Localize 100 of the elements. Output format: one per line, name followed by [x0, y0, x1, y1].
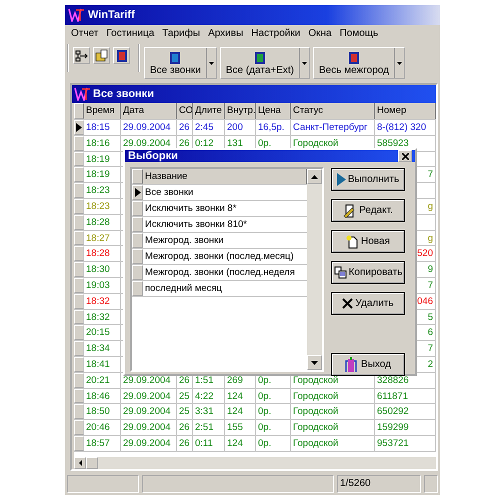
- table-cell: 0р.: [258, 422, 272, 434]
- table-cell: g: [428, 200, 433, 212]
- edit-button[interactable]: Редакт.: [332, 200, 404, 221]
- new-document-icon: [346, 234, 360, 248]
- status-panel: [424, 475, 438, 493]
- table-cell: 18:34: [86, 343, 110, 354]
- table-cell: 7: [428, 280, 433, 291]
- table-cell: 124: [227, 390, 243, 402]
- table-cell: 131: [227, 138, 243, 149]
- menu-item[interactable]: Отчет: [67, 28, 102, 39]
- exit-door-icon: [345, 356, 360, 372]
- table-cell: 26: [179, 374, 190, 386]
- delete-button[interactable]: Удалить: [332, 293, 404, 314]
- table-cell: 20:21: [86, 374, 110, 386]
- toolbar-button[interactable]: Все звонки: [144, 47, 217, 79]
- film-icon: [252, 50, 267, 64]
- window-title: Все звонки: [93, 88, 154, 100]
- table-cell: 18:16: [86, 138, 110, 149]
- table-cell: 328826: [377, 374, 409, 386]
- table-cell: 25: [179, 406, 190, 418]
- table-cell: 650292: [377, 406, 409, 418]
- table-cell: 0р.: [258, 438, 272, 449]
- table-cell: 8-(812) 320: [377, 122, 426, 133]
- table-cell: 18:19: [86, 169, 110, 180]
- toolbar-button[interactable]: [113, 47, 130, 64]
- list-item[interactable]: Межгород. звонки (послед.месяц): [132, 249, 307, 265]
- column-header[interactable]: Цена: [256, 103, 291, 119]
- table-cell: 26: [179, 422, 190, 434]
- run-button[interactable]: Выполнить: [332, 169, 404, 190]
- table-cell: 0:11: [195, 438, 213, 449]
- table-cell: 611871: [377, 390, 408, 402]
- column-header[interactable]: Длите: [193, 103, 225, 119]
- toolbar-button[interactable]: [93, 47, 110, 64]
- scroll-down-button[interactable]: [307, 355, 322, 370]
- table-cell: 1:51: [195, 374, 214, 386]
- column-header[interactable]: Статус: [291, 103, 375, 119]
- list-item[interactable]: последний месяц: [132, 281, 307, 297]
- exit-button[interactable]: Выход: [332, 354, 404, 375]
- table-cell: 0р.: [258, 374, 272, 386]
- table-cell: 18:23: [86, 200, 110, 212]
- table-cell: 7: [428, 169, 433, 180]
- table-cell: 6: [428, 327, 433, 338]
- menu-item[interactable]: Тарифы: [158, 28, 204, 39]
- scroll-thumb[interactable]: [86, 457, 98, 469]
- new-button[interactable]: Новая: [332, 231, 404, 252]
- table-cell: 29.09.2004: [123, 138, 171, 149]
- caret-icon: [208, 62, 214, 64]
- status-panel: 1/5260: [337, 475, 421, 493]
- table-cell: 269: [227, 374, 243, 386]
- table-cell: 520: [417, 248, 433, 260]
- table-cell: Городской: [293, 138, 338, 149]
- toolbar-button[interactable]: Весь межгород: [313, 47, 405, 79]
- table-cell: 26: [179, 138, 190, 149]
- table-cell: 9: [428, 264, 433, 276]
- table-cell: 0р.: [258, 390, 272, 402]
- current-row-icon: [76, 122, 82, 132]
- table-cell: Санкт-Петербург: [293, 122, 368, 133]
- table-cell: 18:23: [86, 185, 110, 196]
- row-indicator[interactable]: [74, 120, 84, 135]
- film-icon: [168, 50, 182, 64]
- menu-item[interactable]: Архивы: [204, 28, 248, 39]
- list-item[interactable]: Все звонки: [132, 185, 307, 201]
- film-icon: [114, 48, 128, 62]
- table-cell: 16,5р.: [258, 122, 284, 133]
- menu-item[interactable]: Гостиница: [102, 28, 158, 39]
- window-title: WinTariff: [88, 9, 135, 21]
- table-cell: 29.09.2004: [123, 406, 171, 418]
- scroll-up-button[interactable]: [307, 169, 322, 184]
- menu-item[interactable]: Окна: [304, 28, 336, 39]
- table-cell: 18:28: [86, 216, 110, 228]
- menu-item[interactable]: Помощь: [336, 28, 382, 39]
- table-cell: Городской: [293, 422, 338, 434]
- copy-button[interactable]: Копировать: [332, 262, 404, 283]
- column-header[interactable]: Номер: [375, 103, 436, 119]
- column-header[interactable]: Время: [84, 103, 121, 119]
- close-button[interactable]: [398, 150, 412, 162]
- column-header[interactable]: Внутр.: [225, 103, 256, 119]
- column-header[interactable]: Дата: [121, 103, 177, 119]
- cross-icon: [342, 298, 354, 309]
- list-item[interactable]: Исключить звонки 8*: [132, 201, 307, 217]
- table-cell: 0:12: [195, 138, 214, 149]
- table-cell: 124: [227, 438, 243, 449]
- table-cell: 0р.: [258, 138, 272, 149]
- table-cell: 124: [227, 406, 243, 418]
- left-arrow-icon: [78, 460, 82, 466]
- table-cell: 7: [428, 343, 433, 354]
- table-cell: Городской: [293, 406, 338, 418]
- table-cell: 155: [227, 422, 243, 434]
- current-row-icon: [134, 188, 140, 197]
- toolbar-button[interactable]: [73, 47, 90, 64]
- list-item[interactable]: Исключить звонки 810*: [132, 217, 307, 233]
- menu-item[interactable]: Настройки: [247, 28, 304, 39]
- table-cell: 18:19: [86, 154, 110, 165]
- list-item[interactable]: Межгород. звонки: [132, 233, 307, 249]
- table-cell: 046: [417, 296, 433, 307]
- list-item[interactable]: Межгород. звонки (послед.неделя: [132, 265, 307, 281]
- toolbar-button[interactable]: Все (дата+Ext): [220, 47, 310, 79]
- table-cell: Городской: [293, 374, 338, 386]
- table-cell: 3:31: [195, 406, 214, 418]
- scroll-left-button[interactable]: [74, 457, 86, 469]
